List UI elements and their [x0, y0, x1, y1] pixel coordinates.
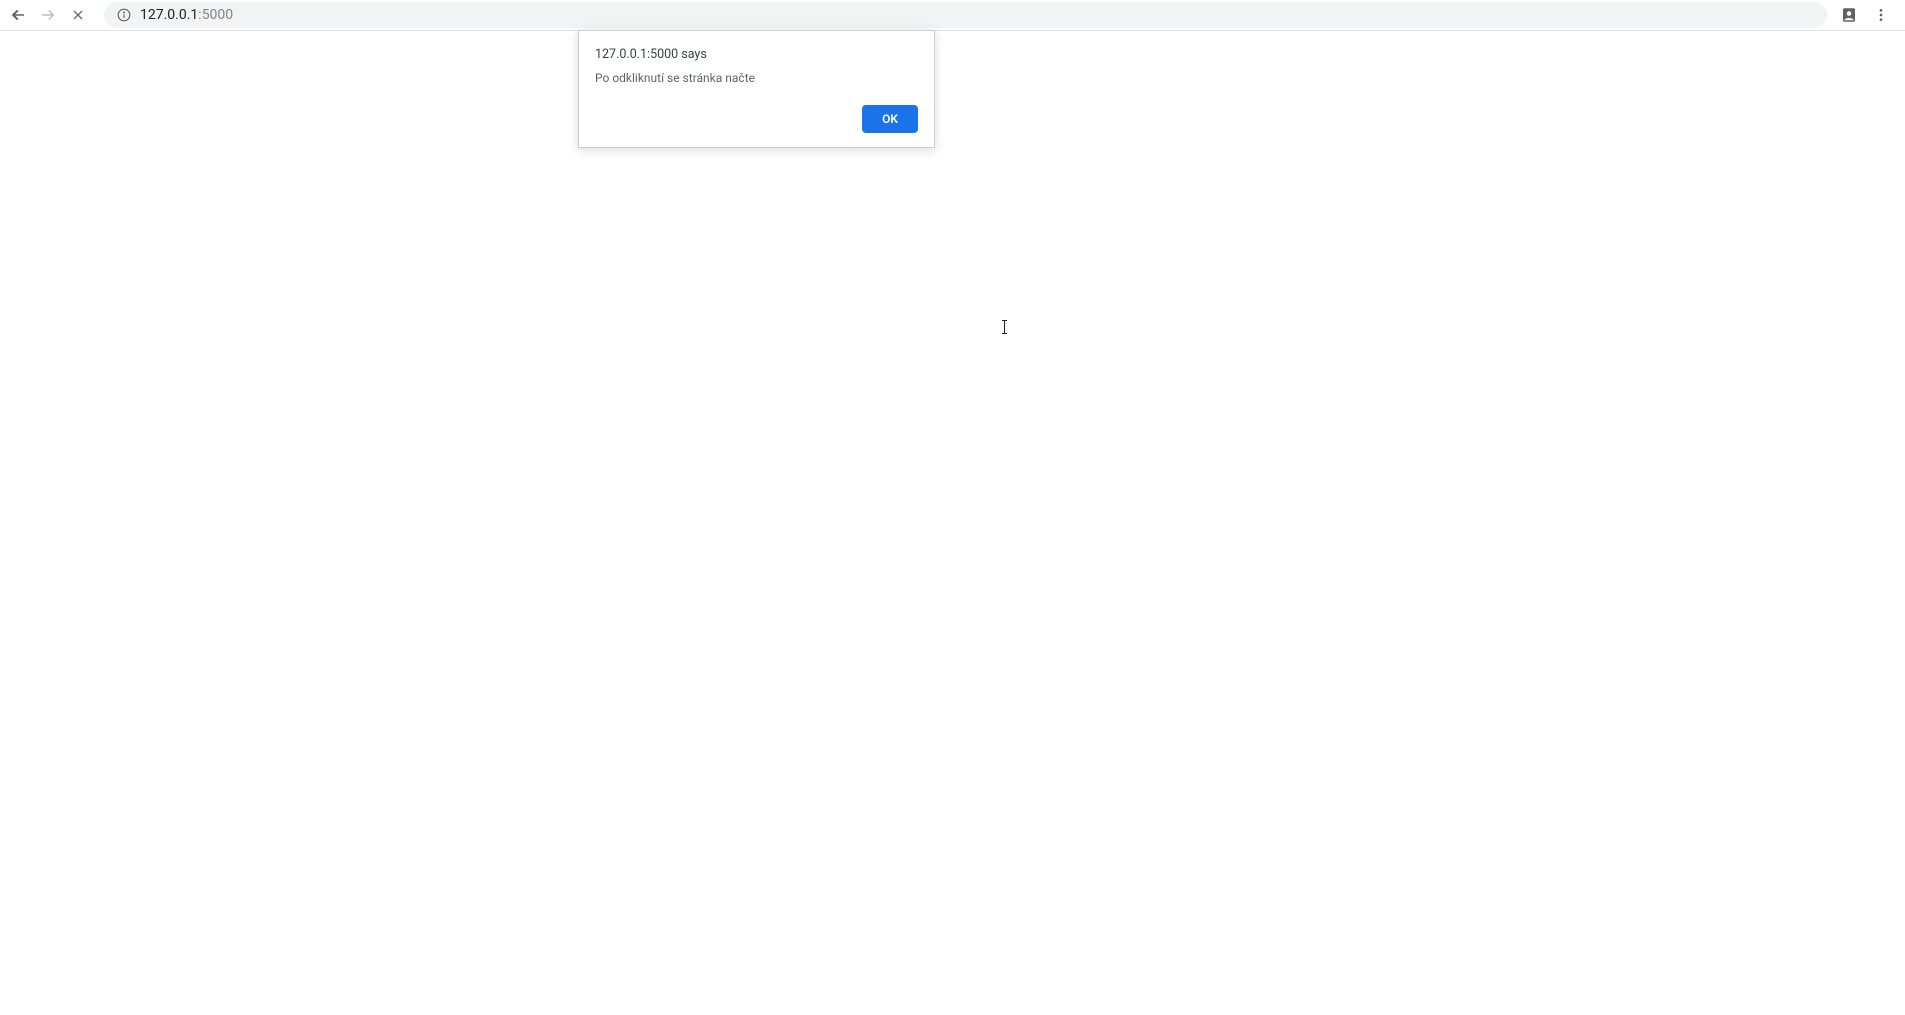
forward-button[interactable]: [34, 1, 62, 29]
profile-button[interactable]: [1835, 1, 1863, 29]
close-icon: [71, 8, 85, 22]
site-info-icon[interactable]: [116, 7, 132, 23]
text-cursor-icon: [1004, 320, 1005, 334]
ok-button[interactable]: OK: [862, 105, 918, 133]
address-bar[interactable]: 127.0.0.1 :5000: [104, 2, 1827, 28]
url-port: :5000: [198, 7, 233, 23]
arrow-right-icon: [39, 6, 57, 24]
profile-icon: [1840, 6, 1858, 24]
browser-toolbar: 127.0.0.1 :5000: [0, 0, 1905, 31]
url-host: 127.0.0.1: [140, 7, 198, 23]
arrow-left-icon: [9, 6, 27, 24]
toolbar-right: [1835, 1, 1901, 29]
info-icon: [117, 8, 131, 22]
alert-dialog: 127.0.0.1:5000 says Po odkliknutí se str…: [578, 30, 935, 148]
kebab-icon: [1873, 7, 1889, 23]
stop-button[interactable]: [64, 1, 92, 29]
dialog-actions: OK: [595, 105, 918, 133]
dialog-message: Po odkliknutí se stránka načte: [595, 71, 918, 85]
menu-button[interactable]: [1867, 1, 1895, 29]
back-button[interactable]: [4, 1, 32, 29]
dialog-title: 127.0.0.1:5000 says: [595, 47, 918, 62]
nav-buttons: [4, 1, 92, 29]
